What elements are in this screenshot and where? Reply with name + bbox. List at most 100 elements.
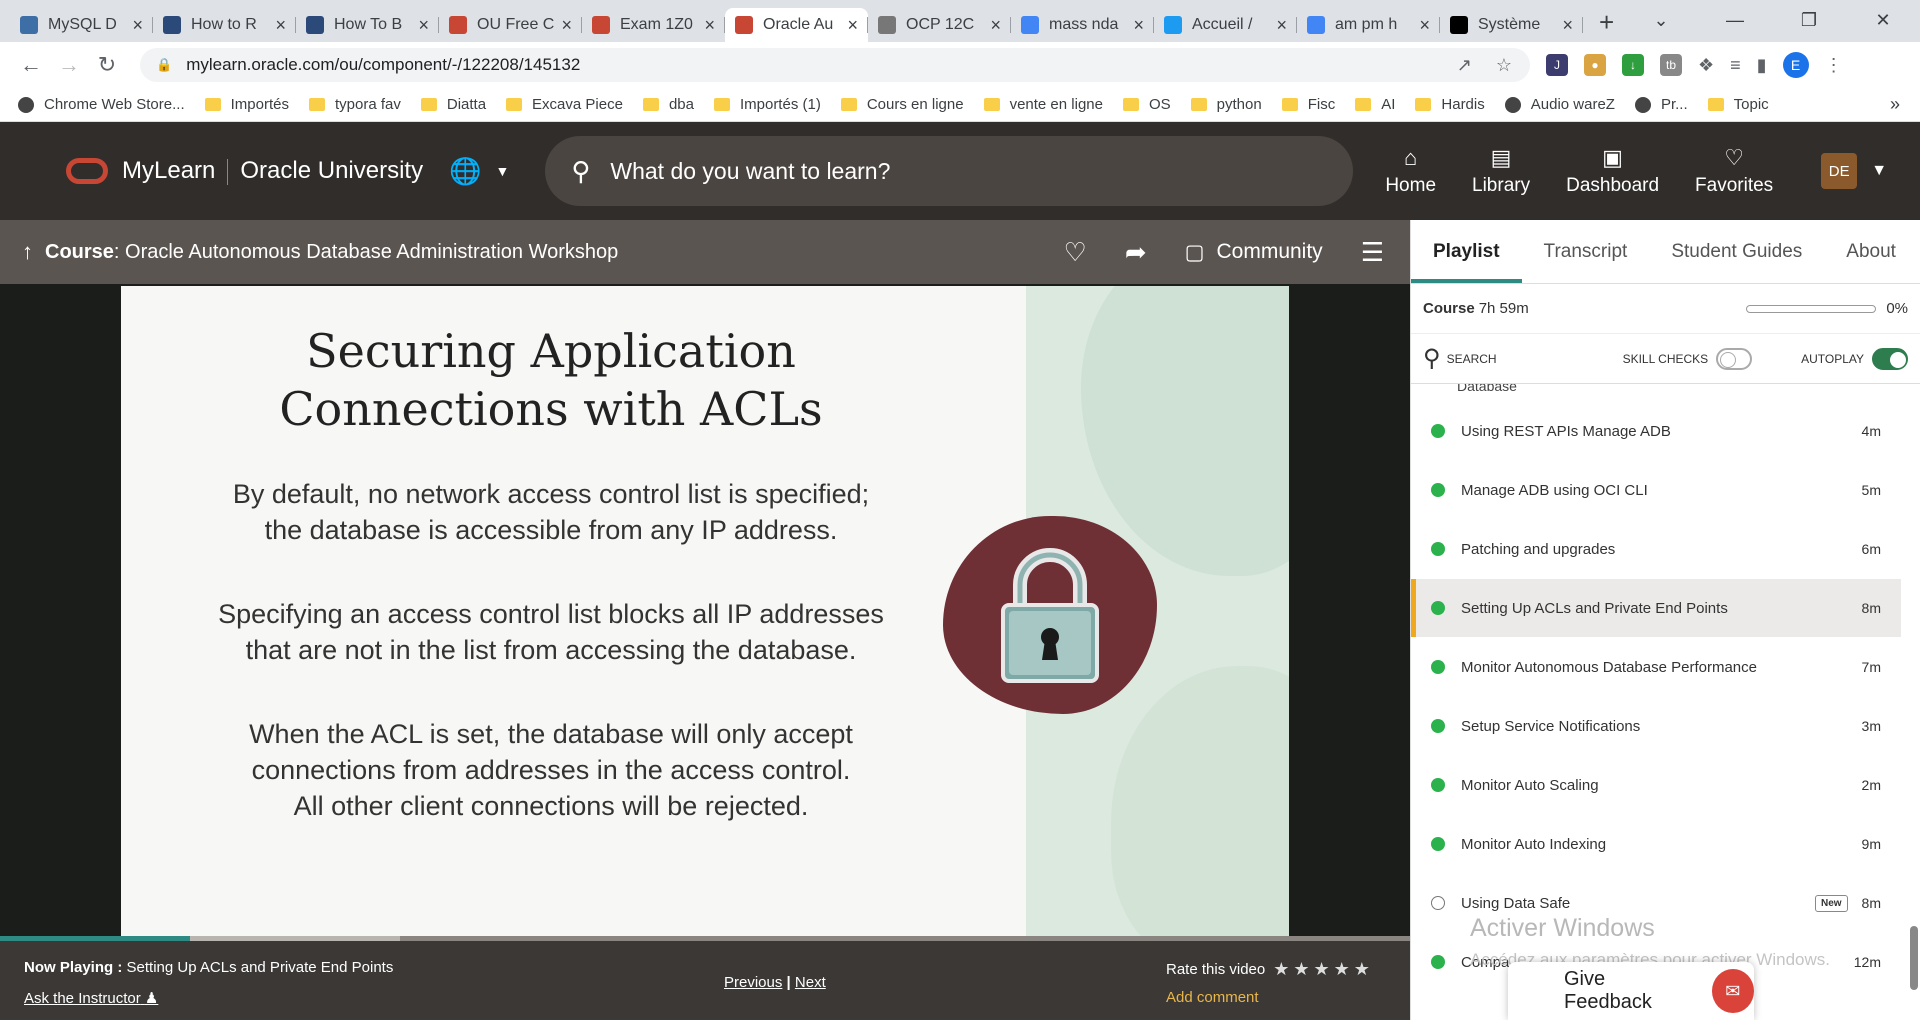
browser-tab[interactable]: Accueil / ×: [1154, 8, 1297, 42]
bookmark-item[interactable]: Audio wareZ: [1504, 96, 1615, 113]
course-title[interactable]: Course: Oracle Autonomous Database Admin…: [45, 241, 618, 264]
browser-tab[interactable]: OCP 12C ×: [868, 8, 1011, 42]
oracle-logo-icon[interactable]: [66, 158, 108, 184]
next-link[interactable]: Next: [795, 974, 826, 991]
playlist-item[interactable]: Monitor Auto Indexing 9m: [1411, 815, 1901, 873]
restore-icon[interactable]: ❐: [1772, 0, 1846, 40]
give-feedback-button[interactable]: Give Feedback ✉: [1508, 962, 1754, 1020]
media-icon[interactable]: ≡: [1730, 55, 1741, 76]
nav-home[interactable]: ⌂ Home: [1385, 145, 1436, 197]
browser-tab[interactable]: Oracle Au ×: [725, 8, 868, 42]
globe-icon[interactable]: 🌐: [449, 156, 481, 187]
browser-tab[interactable]: am pm h ×: [1297, 8, 1440, 42]
share-icon[interactable]: ↗: [1457, 55, 1472, 76]
browser-tab[interactable]: mass nda ×: [1011, 8, 1154, 42]
bookmark-item[interactable]: Fisc: [1281, 96, 1335, 113]
favorite-heart-icon[interactable]: ♡: [1064, 237, 1087, 268]
playlist-item[interactable]: Monitor Autonomous Database Performance 7…: [1411, 638, 1901, 696]
bookmark-item[interactable]: vente en ligne: [983, 96, 1103, 113]
close-icon[interactable]: ×: [561, 15, 572, 36]
avatar-chevron-icon[interactable]: ▼: [1871, 162, 1887, 180]
bookmark-item[interactable]: python: [1190, 96, 1262, 113]
tb-extension-icon[interactable]: tb: [1660, 54, 1682, 76]
chevron-down-icon[interactable]: ▼: [495, 163, 509, 179]
browser-tab[interactable]: OU Free C ×: [439, 8, 582, 42]
community-button[interactable]: ▢ Community: [1185, 240, 1323, 265]
bookmark-item[interactable]: Importés (1): [713, 96, 821, 113]
add-comment-link[interactable]: Add comment: [1166, 989, 1259, 1006]
tab-student-guides[interactable]: Student Guides: [1649, 241, 1824, 283]
bookmark-item[interactable]: Chrome Web Store...: [18, 96, 185, 113]
window-close-icon[interactable]: ✕: [1846, 0, 1920, 40]
up-arrow-icon[interactable]: ↑: [22, 239, 33, 265]
avatar[interactable]: DE: [1821, 153, 1858, 189]
browser-tab[interactable]: How To B ×: [296, 8, 439, 42]
back-icon[interactable]: ←: [12, 52, 50, 78]
nav-dashboard[interactable]: ▣ Dashboard: [1566, 145, 1659, 197]
tab-transcript[interactable]: Transcript: [1522, 241, 1650, 283]
tab-about[interactable]: About: [1824, 241, 1918, 283]
playlist-item[interactable]: Setting Up ACLs and Private End Points 8m: [1411, 579, 1901, 637]
nav-favorites[interactable]: ♡ Favorites: [1695, 145, 1773, 197]
search-input[interactable]: ⚲ What do you want to learn?: [545, 136, 1354, 206]
bookmark-item[interactable]: Topic: [1707, 96, 1769, 113]
tab-search-icon[interactable]: ⌄: [1624, 0, 1698, 40]
ask-instructor-link[interactable]: Ask the Instructor ♟: [24, 989, 158, 1007]
close-icon[interactable]: ×: [132, 15, 143, 36]
close-icon[interactable]: ×: [275, 15, 286, 36]
close-icon[interactable]: ×: [1133, 15, 1144, 36]
bookmark-item[interactable]: AI: [1355, 96, 1395, 113]
profile-avatar[interactable]: E: [1782, 52, 1809, 78]
bookmark-item[interactable]: Excava Piece: [506, 96, 623, 113]
minimize-icon[interactable]: —: [1698, 0, 1772, 40]
puzzle-icon[interactable]: ❖: [1698, 55, 1714, 76]
video-player[interactable]: Securing Application Connections with ACL…: [0, 284, 1410, 936]
browser-tab[interactable]: Exam 1Z0 ×: [582, 8, 725, 42]
close-icon[interactable]: ×: [847, 15, 858, 36]
browser-tab[interactable]: MySQL D ×: [10, 8, 153, 42]
playlist-scrollbar[interactable]: [1910, 926, 1918, 990]
close-icon[interactable]: ×: [1419, 15, 1430, 36]
brand[interactable]: MyLearn Oracle University: [122, 157, 423, 185]
bookmark-item[interactable]: typora fav: [308, 96, 401, 113]
playlist-item[interactable]: Setup Service Notifications 3m: [1411, 697, 1901, 755]
playlist-search-button[interactable]: ⚲ SEARCH: [1423, 344, 1497, 373]
sidepanel-icon[interactable]: ▮: [1757, 55, 1767, 76]
reload-icon[interactable]: ↻: [88, 52, 126, 78]
bookmark-item[interactable]: Cours en ligne: [840, 96, 964, 113]
bookmark-item[interactable]: Importés: [204, 96, 289, 113]
playlist-menu-icon[interactable]: ☰: [1361, 237, 1384, 268]
bookmark-item[interactable]: Pr...: [1634, 96, 1688, 113]
download-extension-icon[interactable]: ↓: [1622, 54, 1644, 76]
playlist-item[interactable]: Patching and upgrades 6m: [1411, 520, 1901, 578]
autoplay-switch[interactable]: [1872, 347, 1908, 370]
extension-icon[interactable]: J: [1546, 54, 1568, 76]
bookmark-star-icon[interactable]: ☆: [1496, 55, 1512, 76]
skill-checks-toggle[interactable]: SKILL CHECKS: [1623, 347, 1753, 370]
star-rating[interactable]: ★★★★★: [1273, 959, 1374, 980]
playlist-item[interactable]: Using REST APIs Manage ADB 4m: [1411, 402, 1901, 460]
close-icon[interactable]: ×: [990, 15, 1001, 36]
bookmark-item[interactable]: Hardis: [1415, 96, 1485, 113]
close-icon[interactable]: ×: [1562, 15, 1573, 36]
bookmark-item[interactable]: dba: [642, 96, 694, 113]
new-tab-icon[interactable]: +: [1599, 7, 1614, 38]
cookie-extension-icon[interactable]: ●: [1584, 54, 1606, 76]
autoplay-toggle[interactable]: AUTOPLAY: [1801, 347, 1908, 370]
playlist-item[interactable]: Monitor Auto Scaling 2m: [1411, 756, 1901, 814]
browser-tab[interactable]: How to R ×: [153, 8, 296, 42]
share-icon[interactable]: ➦: [1125, 237, 1147, 268]
bookmarks-overflow-icon[interactable]: »: [1890, 94, 1900, 115]
close-icon[interactable]: ×: [704, 15, 715, 36]
browser-tab[interactable]: Système ×: [1440, 8, 1583, 42]
previous-link[interactable]: Previous: [724, 974, 782, 991]
playlist-item[interactable]: Manage ADB using OCI CLI 5m: [1411, 461, 1901, 519]
tab-playlist[interactable]: Playlist: [1411, 241, 1522, 283]
close-icon[interactable]: ×: [1276, 15, 1287, 36]
skill-checks-switch[interactable]: [1716, 347, 1753, 370]
bookmark-item[interactable]: Diatta: [420, 96, 486, 113]
nav-library[interactable]: ▤ Library: [1472, 145, 1530, 197]
menu-kebab-icon[interactable]: ⋮: [1825, 55, 1843, 76]
close-icon[interactable]: ×: [418, 15, 429, 36]
address-bar[interactable]: 🔒 mylearn.oracle.com/ou/component/-/1222…: [140, 48, 1530, 82]
